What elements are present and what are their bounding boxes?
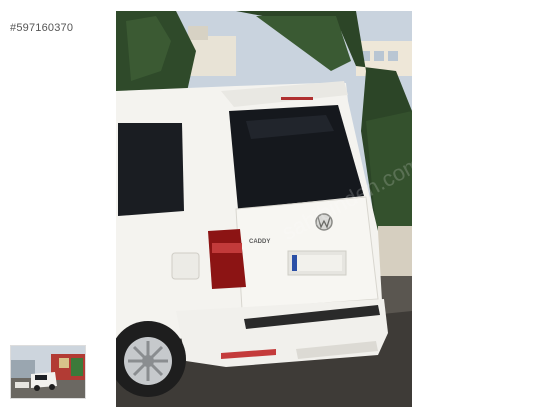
main-photo[interactable]: CADDY sahibinden.com — [116, 11, 412, 407]
listing-id: #597160370 — [10, 22, 74, 34]
model-badge: CADDY — [249, 239, 270, 245]
thumbnail-image[interactable] — [10, 345, 86, 399]
